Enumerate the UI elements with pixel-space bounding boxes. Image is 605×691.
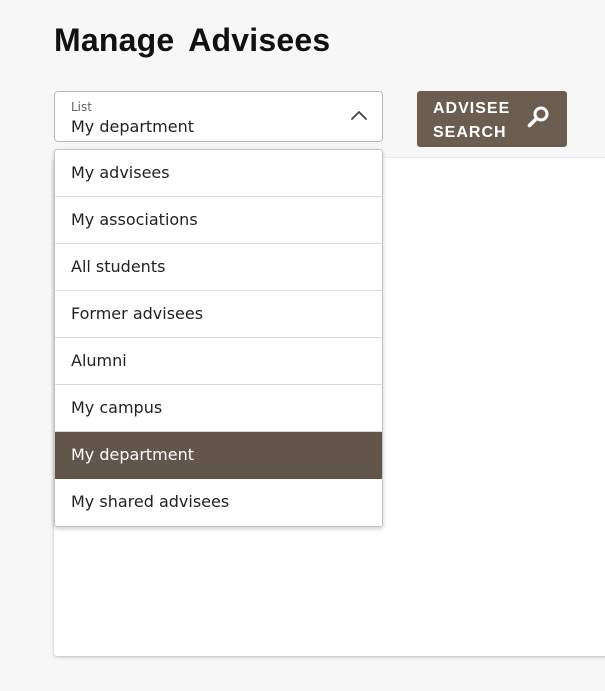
option-my-associations[interactable]: My associations [55,197,382,244]
option-all-students[interactable]: All students [55,244,382,291]
list-dropdown: My advisees My associations All students… [54,149,383,527]
advisee-search-label: ADVISEE SEARCH [433,100,511,141]
list-select-value: My department [71,117,195,136]
option-my-advisees[interactable]: My advisees [55,150,382,197]
list-select-label: List [71,100,92,114]
search-icon [527,106,549,128]
option-alumni[interactable]: Alumni [55,338,382,385]
advisee-search-button[interactable]: ADVISEE SEARCH [417,91,567,147]
list-select[interactable]: List My department [54,91,383,142]
page-title: Manage Advisees [54,22,331,58]
option-former-advisees[interactable]: Former advisees [55,291,382,338]
option-my-shared-advisees[interactable]: My shared advisees [55,479,382,526]
chevron-up-icon [351,111,367,120]
option-my-campus[interactable]: My campus [55,385,382,432]
option-my-department[interactable]: My department [55,432,382,479]
